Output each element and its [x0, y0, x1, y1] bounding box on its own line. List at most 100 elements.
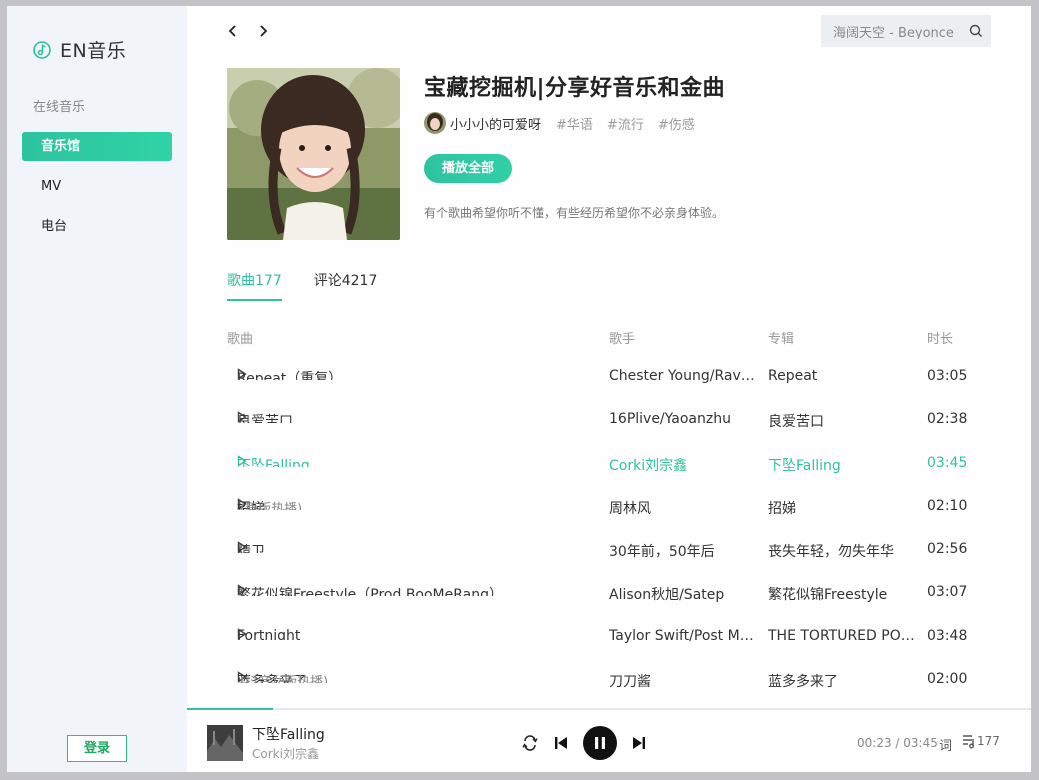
skip-previous-icon — [555, 737, 567, 749]
loop-button[interactable] — [521, 734, 539, 752]
playlist-icon — [963, 735, 974, 749]
sidebar-item-mv[interactable]: MV — [22, 172, 172, 201]
avatar[interactable] — [424, 112, 446, 134]
progress-fill — [187, 708, 274, 710]
table-row[interactable]: 下坠Falling Corki刘宗鑫 下坠Falling 03:45 — [227, 455, 1007, 498]
song-duration: 02:56 — [927, 541, 968, 558]
song-artist[interactable]: Alison秋旭/Satep — [609, 584, 759, 604]
song-title-cell: 蓝多多来了 (抖音女版热播) — [227, 671, 597, 683]
table-row[interactable]: Fortnight Taylor Swift/Post Malone THE TOR… — [227, 628, 1007, 671]
song-artist[interactable]: 16Plive/Yaoanzhu — [609, 411, 759, 427]
song-artist[interactable]: Corki刘宗鑫 — [609, 455, 759, 475]
song-duration: 03:48 — [927, 627, 968, 644]
header-artist: 歌手 — [609, 332, 636, 347]
avatar-image — [424, 112, 446, 134]
table-row[interactable]: Repeat（重复） Chester Young/Ravenna Golden Re… — [227, 368, 1007, 411]
song-album[interactable]: 蓝多多来了 — [768, 671, 920, 691]
table-row[interactable]: 良爱苦口 16Plive/Yaoanzhu 良爱苦口 02:38 — [227, 411, 1007, 454]
song-artist[interactable]: Chester Young/Ravenna Golden — [609, 368, 759, 384]
app-logo[interactable]: EN音乐 — [33, 36, 126, 63]
now-playing-artist[interactable]: Corki刘宗鑫 — [252, 745, 319, 762]
playback-controls — [521, 726, 647, 760]
cover-image — [227, 68, 400, 240]
tag-chinese[interactable]: #华语 — [556, 114, 593, 133]
song-title: 繁花似锦Freestyle（Prod.BooMeRang） — [237, 587, 504, 597]
playback-time: 00:23 / 03:45 — [857, 736, 938, 750]
history-nav — [225, 22, 271, 40]
album-art — [207, 725, 243, 761]
app-window: EN音乐 在线音乐 音乐馆 MV 电台 登录 海阔天空 - Beyonce 宝藏… — [7, 6, 1031, 772]
song-album[interactable]: 丧失年轻，勿失年华 — [768, 541, 920, 561]
section-title-online-music: 在线音乐 — [33, 100, 86, 115]
song-album[interactable]: 下坠Falling — [768, 455, 920, 475]
playlist-cover — [227, 68, 400, 240]
now-playing-cover[interactable] — [207, 725, 243, 761]
loop-icon — [522, 735, 538, 751]
pause-icon — [595, 737, 605, 749]
song-artist[interactable]: 周林风 — [609, 498, 759, 518]
now-playing-title[interactable]: 下坠Falling — [252, 724, 325, 744]
playlist-meta: 小小小的可爱呀 #华语 #流行 #伤感 — [424, 112, 709, 134]
tab-songs[interactable]: 歌曲177 — [227, 270, 282, 301]
search-input[interactable] — [833, 23, 961, 39]
login-button[interactable]: 登录 — [67, 735, 127, 762]
table-row[interactable]: 招娣 (原版热播) 周林风 招娣 02:10 — [227, 498, 1007, 541]
song-title-cell: 精卫 — [227, 541, 597, 553]
song-duration: 02:00 — [927, 671, 968, 688]
song-list: Repeat（重复） Chester Young/Ravenna Golden Re… — [227, 368, 1007, 714]
back-button[interactable] — [225, 22, 241, 40]
song-title-cell: 招娣 (原版热播) — [227, 498, 597, 510]
song-album[interactable]: 繁花似锦Freestyle — [768, 584, 920, 604]
queue-count: 177 — [977, 734, 1000, 748]
song-title: 下坠Falling — [237, 457, 310, 467]
song-title: 精卫 — [237, 544, 265, 554]
song-duration: 03:45 — [927, 454, 968, 471]
sidebar-item-radio[interactable]: 电台 — [22, 212, 172, 241]
playlist-description: 有个歌曲希望你听不懂，有些经历希望你不必亲身体验。 — [424, 206, 725, 220]
song-title: Repeat（重复） — [237, 371, 343, 380]
search-icon[interactable] — [969, 24, 983, 38]
chevron-left-icon — [228, 25, 236, 37]
forward-button[interactable] — [255, 22, 271, 40]
previous-button[interactable] — [553, 735, 569, 751]
lyrics-button[interactable]: 词 — [939, 735, 952, 754]
sidebar-item-music-hall[interactable]: 音乐馆 — [22, 132, 172, 161]
progress-bar[interactable] — [187, 708, 1031, 710]
song-title-cell: 繁花似锦Freestyle（Prod.BooMeRang） — [227, 584, 597, 596]
chevron-right-icon — [260, 25, 268, 37]
song-artist[interactable]: 刀刀酱 — [609, 671, 759, 691]
queue-button[interactable]: 177 — [961, 733, 1000, 749]
song-subtitle: (抖音女版热播) — [240, 675, 329, 684]
table-header: 歌曲 歌手 专辑 时长 — [227, 328, 1007, 348]
app-name: EN音乐 — [60, 40, 127, 62]
header-album: 专辑 — [768, 332, 795, 347]
song-title: 良爱苦口 — [237, 414, 293, 424]
player-bar: 下坠Falling Corki刘宗鑫 00:23 / 03:45 词 177 — [187, 708, 1031, 772]
next-button[interactable] — [631, 735, 647, 751]
tag-sad[interactable]: #伤感 — [658, 114, 695, 133]
tabs: 歌曲177 评论4217 — [227, 270, 409, 301]
song-album[interactable]: Repeat — [768, 368, 920, 384]
song-album[interactable]: 招娣 — [768, 498, 920, 518]
song-album[interactable]: THE TORTURED POETS DEPARTMENT — [768, 628, 920, 644]
header-duration: 时长 — [927, 332, 954, 347]
song-artist[interactable]: Taylor Swift/Post Malone — [609, 628, 759, 644]
song-subtitle: (原版热播) — [240, 501, 303, 510]
song-duration: 02:38 — [927, 411, 968, 428]
tag-pop[interactable]: #流行 — [607, 114, 644, 133]
song-duration: 03:07 — [927, 584, 968, 601]
table-row[interactable]: 繁花似锦Freestyle（Prod.BooMeRang） Alison秋旭/Sa… — [227, 584, 1007, 627]
header-song: 歌曲 — [227, 332, 254, 347]
song-duration: 02:10 — [927, 497, 968, 514]
sidebar: EN音乐 在线音乐 音乐馆 MV 电台 登录 — [7, 6, 187, 772]
tab-comments[interactable]: 评论4217 — [314, 270, 378, 301]
song-title-cell: 良爱苦口 — [227, 411, 597, 423]
table-row[interactable]: 精卫 30年前，50年后 丧失年轻，勿失年华 02:56 — [227, 541, 1007, 584]
song-album[interactable]: 良爱苦口 — [768, 411, 920, 431]
playlist-author[interactable]: 小小小的可爱呀 — [450, 114, 541, 133]
search-box — [821, 15, 991, 47]
playlist-title: 宝藏挖掘机|分享好音乐和金曲 — [424, 76, 726, 101]
pause-button[interactable] — [583, 726, 617, 760]
play-all-button[interactable]: 播放全部 — [424, 154, 512, 183]
song-artist[interactable]: 30年前，50年后 — [609, 541, 759, 561]
